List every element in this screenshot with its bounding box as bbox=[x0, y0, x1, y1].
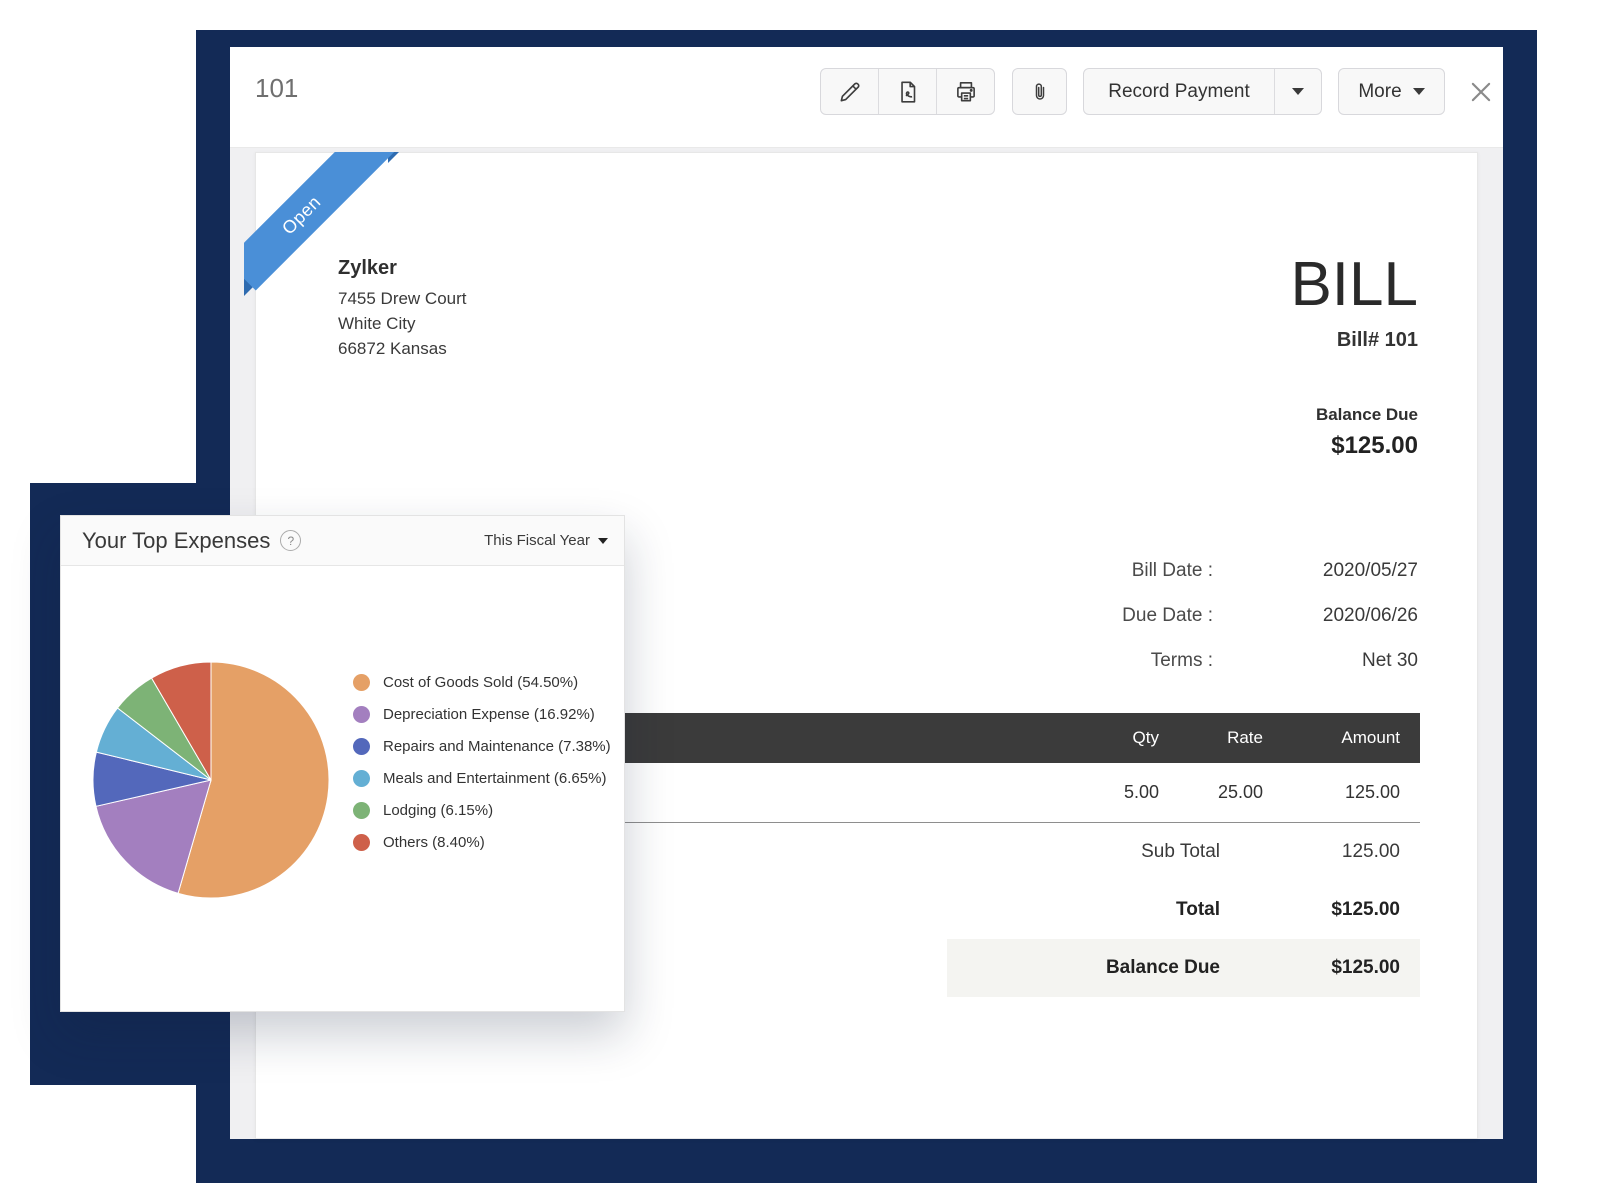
expenses-pie bbox=[92, 661, 330, 899]
meta-row-bill-date: Bill Date : 2020/05/27 bbox=[898, 548, 1418, 593]
terms-label: Terms : bbox=[898, 650, 1213, 672]
meta-row-due-date: Due Date : 2020/06/26 bbox=[898, 593, 1418, 638]
ribbon-fold bbox=[388, 152, 399, 163]
legend-item: Lodging (6.15%) bbox=[353, 794, 611, 826]
window-header: 101 bbox=[230, 47, 1503, 148]
vendor-address-line: White City bbox=[338, 311, 467, 336]
legend-label: Depreciation Expense (16.92%) bbox=[383, 706, 595, 723]
ribbon-fold bbox=[244, 278, 262, 296]
close-icon bbox=[1468, 79, 1494, 105]
rate-cell: 25.00 bbox=[1159, 782, 1263, 803]
sub-total-value: 125.00 bbox=[1283, 841, 1420, 863]
close-button[interactable] bbox=[1466, 77, 1496, 107]
edit-button[interactable] bbox=[821, 69, 878, 114]
legend-item: Depreciation Expense (16.92%) bbox=[353, 698, 611, 730]
printer-icon bbox=[953, 79, 979, 105]
attachment-button[interactable] bbox=[1012, 68, 1067, 115]
qty-column-header: Qty bbox=[1055, 728, 1159, 748]
legend-swatch-icon bbox=[353, 802, 370, 819]
top-expenses-card: Your Top Expenses ? This Fiscal Year Cos… bbox=[60, 515, 625, 1012]
caret-down-icon bbox=[1292, 88, 1304, 95]
period-label: This Fiscal Year bbox=[484, 532, 590, 549]
due-date-value: 2020/06/26 bbox=[1213, 605, 1418, 627]
expenses-card-header: Your Top Expenses ? This Fiscal Year bbox=[61, 516, 624, 566]
legend-item: Meals and Entertainment (6.65%) bbox=[353, 762, 611, 794]
legend-label: Repairs and Maintenance (7.38%) bbox=[383, 738, 611, 755]
expenses-card-title: Your Top Expenses bbox=[82, 528, 270, 554]
balance-row-label: Balance Due bbox=[947, 957, 1283, 979]
total-value: $125.00 bbox=[1283, 899, 1420, 921]
amount-column-header: Amount bbox=[1263, 728, 1400, 748]
balance-due-label: Balance Due bbox=[1316, 405, 1418, 425]
qty-cell: 5.00 bbox=[1055, 782, 1159, 803]
balance-due-row: Balance Due $125.00 bbox=[947, 939, 1420, 997]
period-selector[interactable]: This Fiscal Year bbox=[484, 532, 608, 549]
more-label: More bbox=[1358, 81, 1401, 103]
print-button[interactable] bbox=[936, 69, 994, 114]
legend-label: Cost of Goods Sold (54.50%) bbox=[383, 674, 578, 691]
status-badge: Open bbox=[278, 191, 325, 238]
pdf-button[interactable] bbox=[878, 69, 936, 114]
record-payment-label: Record Payment bbox=[1108, 81, 1250, 103]
legend-swatch-icon bbox=[353, 770, 370, 787]
legend-item: Cost of Goods Sold (54.50%) bbox=[353, 666, 611, 698]
expenses-legend: Cost of Goods Sold (54.50%) Depreciation … bbox=[353, 666, 611, 858]
bill-date-label: Bill Date : bbox=[898, 560, 1213, 582]
toolbar-icon-group bbox=[820, 68, 995, 115]
legend-swatch-icon bbox=[353, 738, 370, 755]
bill-meta: Bill Date : 2020/05/27 Due Date : 2020/0… bbox=[898, 548, 1418, 683]
record-payment-dropdown-button[interactable] bbox=[1274, 69, 1321, 114]
legend-item: Repairs and Maintenance (7.38%) bbox=[353, 730, 611, 762]
balance-row-value: $125.00 bbox=[1283, 957, 1420, 979]
amount-cell: 125.00 bbox=[1263, 782, 1400, 803]
legend-label: Meals and Entertainment (6.65%) bbox=[383, 770, 606, 787]
legend-item: Others (8.40%) bbox=[353, 826, 611, 858]
bill-reference: Bill# 101 bbox=[1290, 329, 1418, 352]
page: 101 bbox=[0, 0, 1600, 1200]
meta-row-terms: Terms : Net 30 bbox=[898, 638, 1418, 683]
more-button[interactable]: More bbox=[1338, 68, 1445, 115]
help-glyph: ? bbox=[288, 534, 295, 548]
balance-due-value: $125.00 bbox=[1316, 432, 1418, 460]
document-type-title: BILL bbox=[1290, 253, 1418, 317]
document-heading: BILL Bill# 101 bbox=[1290, 253, 1418, 352]
caret-down-icon bbox=[598, 538, 608, 544]
terms-value: Net 30 bbox=[1213, 650, 1418, 672]
page-title-bill-number: 101 bbox=[255, 73, 298, 104]
paperclip-icon bbox=[1028, 80, 1052, 104]
vendor-address-line: 66872 Kansas bbox=[338, 336, 467, 361]
record-payment-split-button: Record Payment bbox=[1083, 68, 1322, 115]
help-icon[interactable]: ? bbox=[280, 530, 301, 551]
vendor-address-block: Zylker 7455 Drew Court White City 66872 … bbox=[338, 257, 467, 361]
bill-date-value: 2020/05/27 bbox=[1213, 560, 1418, 582]
legend-label: Others (8.40%) bbox=[383, 834, 485, 851]
pencil-icon bbox=[837, 79, 863, 105]
legend-swatch-icon bbox=[353, 674, 370, 691]
balance-due-summary: Balance Due $125.00 bbox=[1316, 405, 1418, 460]
legend-label: Lodging (6.15%) bbox=[383, 802, 493, 819]
caret-down-icon bbox=[1413, 88, 1425, 95]
vendor-name: Zylker bbox=[338, 257, 467, 280]
legend-swatch-icon bbox=[353, 706, 370, 723]
vendor-address-line: 7455 Drew Court bbox=[338, 286, 467, 311]
rate-column-header: Rate bbox=[1159, 728, 1263, 748]
pdf-icon bbox=[895, 79, 921, 105]
due-date-label: Due Date : bbox=[898, 605, 1213, 627]
record-payment-button[interactable]: Record Payment bbox=[1084, 69, 1274, 114]
legend-swatch-icon bbox=[353, 834, 370, 851]
